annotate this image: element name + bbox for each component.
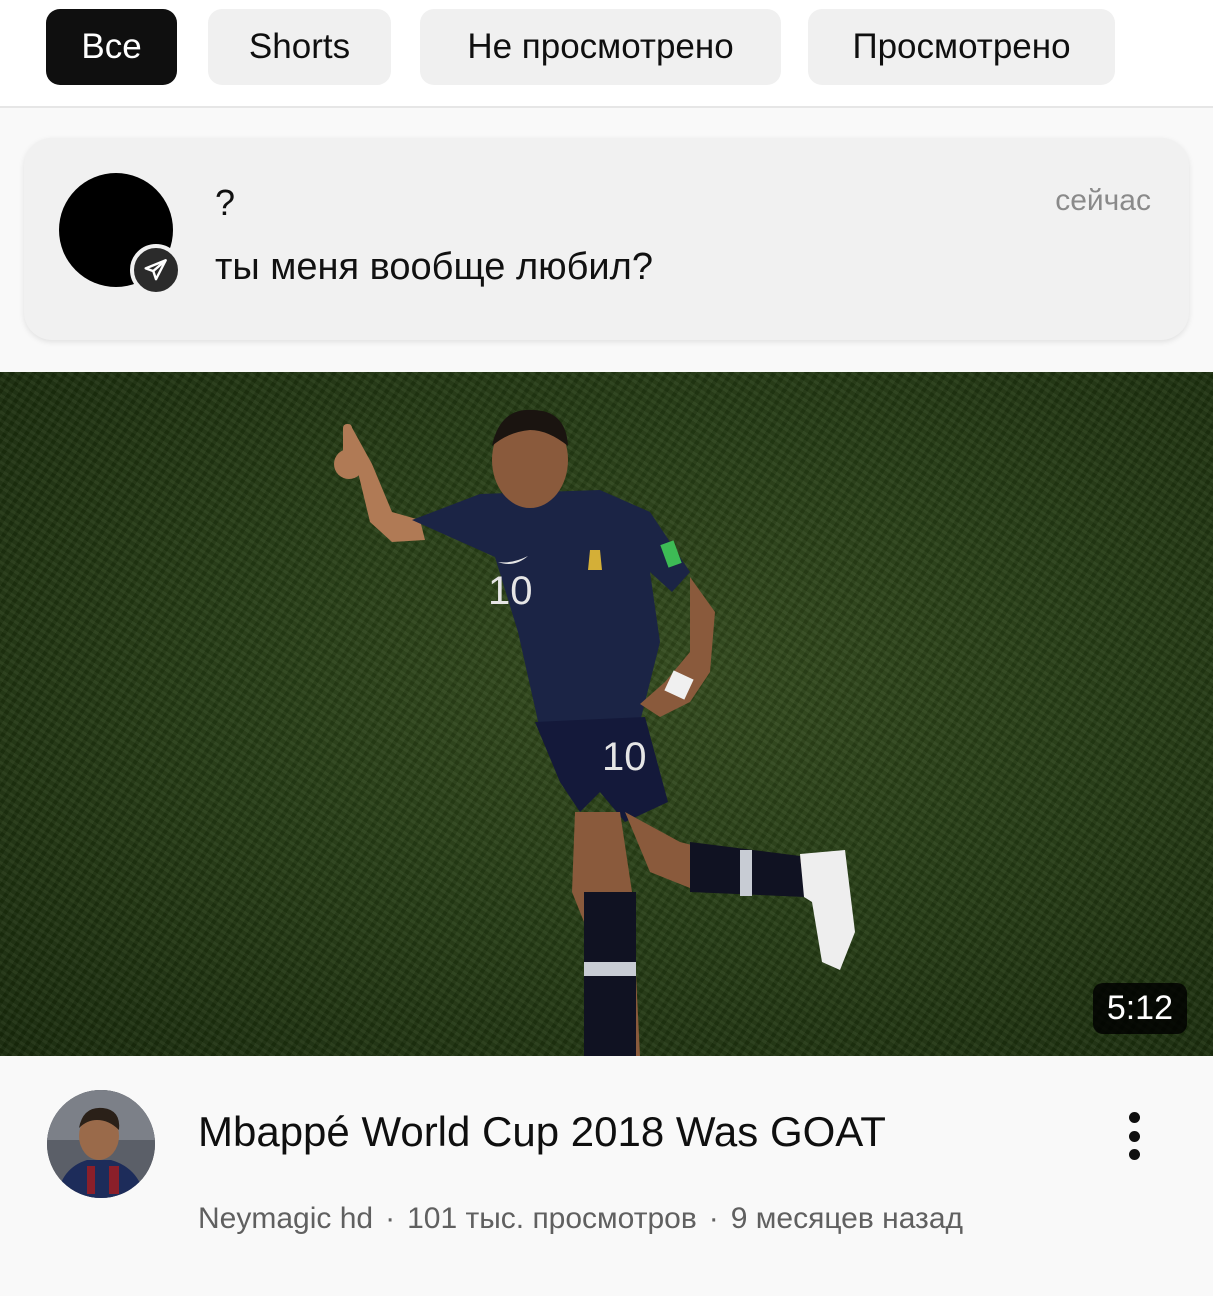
- notification-sender: ?: [215, 182, 236, 223]
- chip-unwatched[interactable]: Не просмотрено: [420, 9, 781, 85]
- video-duration: 5:12: [1092, 983, 1187, 1034]
- separator: ·: [385, 1202, 396, 1235]
- notification-time: сейчас: [1055, 184, 1151, 217]
- player-illustration: 10 10: [334, 409, 855, 1056]
- filter-chips-bar: Все Shorts Не просмотрено Просмотрено: [0, 0, 1213, 108]
- channel-avatar[interactable]: [47, 1090, 155, 1198]
- chip-all[interactable]: Все: [46, 9, 177, 85]
- upload-age: 9 месяцев назад: [730, 1202, 964, 1235]
- shorts-number: 10: [602, 735, 647, 779]
- chip-shorts[interactable]: Shorts: [208, 9, 391, 85]
- view-count: 101 тыс. просмотров: [407, 1202, 697, 1235]
- chip-watched[interactable]: Просмотрено: [808, 9, 1115, 85]
- video-subtitle: Neymagic hd · 101 тыс. просмотров · 9 месяце…: [198, 1202, 963, 1236]
- notification-message: ты меня вообще любил?: [215, 246, 653, 288]
- video-title[interactable]: Mbappé World Cup 2018 Was GOAT: [198, 1108, 886, 1156]
- video-thumbnail[interactable]: 10 10 5:12: [0, 372, 1213, 1056]
- channel-name[interactable]: Neymagic hd: [198, 1202, 373, 1235]
- jersey-number: 10: [488, 569, 533, 613]
- more-vertical-icon[interactable]: [1112, 1108, 1156, 1164]
- telegram-send-icon: [130, 244, 182, 296]
- notification-card[interactable]: ? ты меня вообще любил? сейчас: [24, 138, 1189, 340]
- separator: ·: [708, 1202, 719, 1235]
- video-meta: Mbappé World Cup 2018 Was GOAT Neymagic …: [0, 1056, 1213, 1296]
